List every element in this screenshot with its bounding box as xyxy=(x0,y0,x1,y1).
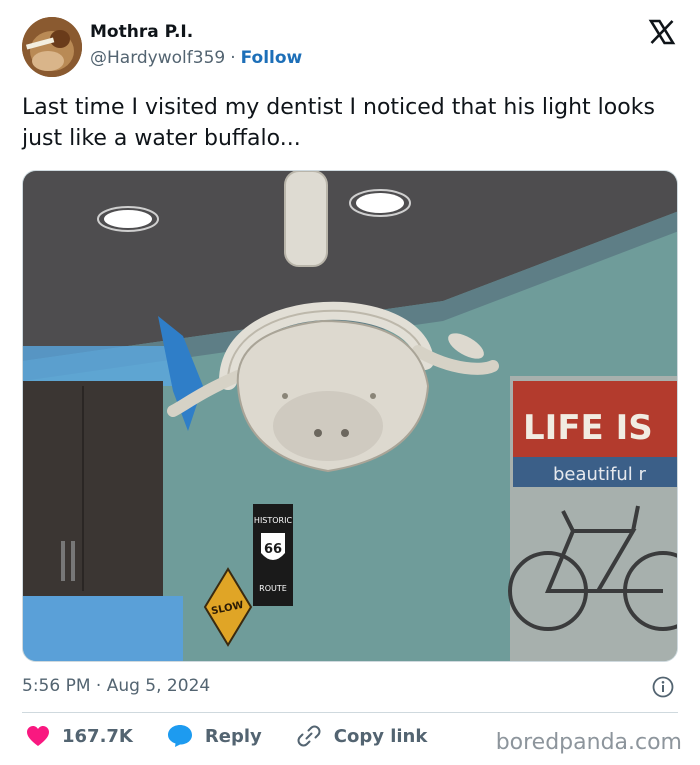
heart-icon xyxy=(27,726,49,746)
author-handle[interactable]: @Hardywolf359 xyxy=(90,48,225,68)
copy-link-button[interactable]: Copy link xyxy=(296,724,428,748)
avatar[interactable] xyxy=(22,17,82,77)
follow-button[interactable]: Follow xyxy=(241,48,303,68)
route-sign-bottom: ROUTE xyxy=(259,584,287,593)
reply-bubble-icon xyxy=(167,725,192,747)
divider xyxy=(22,712,678,713)
author-name[interactable]: Mothra P.I. xyxy=(90,22,193,42)
route-sign-number: 66 xyxy=(264,542,282,557)
action-bar: 167.7K Reply Copy link xyxy=(26,724,461,748)
separator: · xyxy=(230,48,236,68)
like-count: 167.7K xyxy=(62,725,133,747)
tweet-photo[interactable]: HISTORIC 66 ROUTE SLOW LIFE IS beautiful… xyxy=(22,170,678,662)
author-handle-row: @Hardywolf359 · Follow xyxy=(90,48,302,68)
reply-label: Reply xyxy=(204,725,262,747)
poster-title: LIFE IS xyxy=(523,408,653,448)
copy-link-label: Copy link xyxy=(333,725,428,747)
reply-button[interactable]: Reply xyxy=(167,724,262,748)
info-icon[interactable] xyxy=(652,676,674,698)
like-button[interactable]: 167.7K xyxy=(26,725,133,747)
tweet-text: Last time I visited my dentist I noticed… xyxy=(22,95,655,151)
route-sign-top: HISTORIC xyxy=(254,516,293,525)
timestamp[interactable]: 5:56 PM · Aug 5, 2024 xyxy=(22,676,210,696)
x-logo-icon[interactable] xyxy=(648,18,676,46)
link-icon xyxy=(297,725,321,747)
poster-subtitle: beautiful r xyxy=(553,464,646,485)
watermark: boredpanda.com xyxy=(495,730,682,755)
